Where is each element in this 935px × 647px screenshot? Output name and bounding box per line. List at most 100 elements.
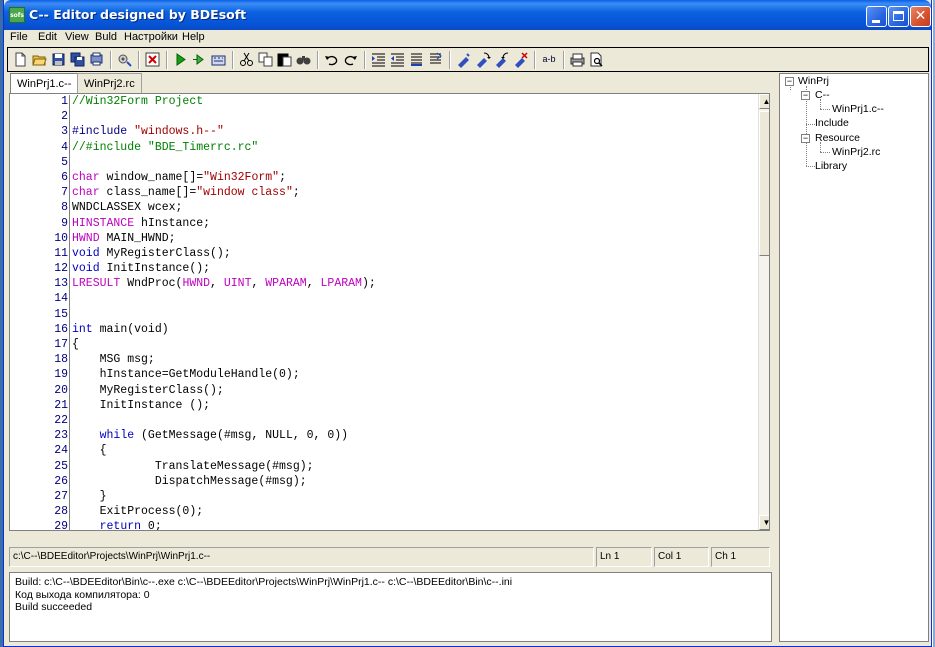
step-icon[interactable] [191,51,208,68]
next-bookmark-icon[interactable] [474,51,491,68]
code-line[interactable]: 4 //#include "BDE_Timerrc.rc" [10,140,750,156]
collapse-icon[interactable]: − [801,91,810,100]
find-icon[interactable] [295,51,312,68]
code-line[interactable]: 5 [10,155,750,171]
code-line[interactable]: 21 InitInstance (); [10,398,750,414]
code-token: #include [72,125,135,139]
code-line[interactable]: 10 HWND MAIN_HWND; [10,231,750,247]
code-token: "Win32Form" [203,170,280,184]
tree-node-library[interactable]: Library [815,160,847,172]
scroll-down-button[interactable]: ▼ [759,515,769,530]
tab-winprj1-c[interactable]: WinPrj1.c-- [10,73,79,94]
open-folder-icon[interactable] [31,51,48,68]
stop-icon[interactable] [144,51,161,68]
code-line[interactable]: 19 hInstance=GetModuleHandle(0); [10,368,750,384]
paste-icon[interactable] [276,51,293,68]
build-output-panel[interactable]: Build: c:\C--\BDEEditor\Bin\c--.exe c:\C… [9,572,772,642]
code-line[interactable]: 23 while (GetMessage(#msg, NULL, 0, 0)) [10,429,750,445]
uncomment-icon[interactable] [427,51,444,68]
vertical-scrollbar[interactable]: ▲ ▼ [758,94,769,530]
scroll-up-button[interactable]: ▲ [759,94,769,109]
code-token: ; [279,170,286,184]
code-lines[interactable]: 1 //Win32Form Project 2 3 #include "windows.… [10,95,750,530]
project-tree[interactable]: − WinPrj − C-- WinPrj1.c-- Include − Res… [779,73,929,642]
code-line[interactable]: 12 void InitInstance(); [10,262,750,278]
copy-icon[interactable] [257,51,274,68]
print-setup-icon[interactable] [88,51,105,68]
tree-node-resource[interactable]: Resource [815,132,860,144]
code-line[interactable]: 1 //Win32Form Project [10,95,750,111]
code-editor[interactable]: 1 //Win32Form Project 2 3 #include "windows.… [9,93,770,531]
bookmark-icon[interactable] [455,51,472,68]
code-line[interactable]: 17 { [10,338,750,354]
toolbar-separator [317,51,319,69]
undo-icon[interactable] [323,51,340,68]
toolbar-separator [166,51,168,69]
code-line[interactable]: 27 } [10,489,750,506]
code-line[interactable]: 25 TranslateMessage(#msg); [10,459,750,475]
tree-node-c[interactable]: C-- [815,89,830,101]
menu-build[interactable]: Buld [95,31,117,43]
code-text: hInstance=GetModuleHandle(0); [72,368,300,381]
settings-icon[interactable] [116,51,133,68]
line-number: 5 [61,155,68,169]
code-line[interactable]: 16 int main(void) [10,322,750,338]
comment-icon[interactable] [408,51,425,68]
run-icon[interactable] [172,51,189,68]
code-text: char window_name[]="Win32Form"; [72,171,286,184]
code-line[interactable]: 26 DispatchMessage(#msg); [10,474,750,490]
scroll-thumb[interactable] [759,111,769,256]
minimize-button[interactable] [866,6,887,27]
save-icon[interactable] [50,51,67,68]
title-bar[interactable]: sofs C-- Editor designed by BDEsoft ✕ [4,0,931,30]
menu-view[interactable]: View [65,31,89,43]
close-button[interactable]: ✕ [910,6,931,27]
code-line[interactable]: 7 char class_name[]="window class"; [10,186,750,202]
code-line[interactable]: 9 HINSTANCE hInstance; [10,216,750,232]
collapse-icon[interactable]: − [801,134,810,143]
indent-icon[interactable] [370,51,387,68]
tab-winprj2-rc[interactable]: WinPrj2.rc [77,73,142,93]
code-line[interactable]: 6 char window_name[]="Win32Form"; [10,170,750,187]
collapse-icon[interactable]: − [785,77,794,86]
outdent-icon[interactable] [389,51,406,68]
code-line[interactable]: 15 [10,307,750,323]
menu-edit[interactable]: Edit [38,31,57,43]
toolbar-separator [449,51,451,69]
code-line[interactable]: 20 MyRegisterClass(); [10,383,750,399]
tree-node-include[interactable]: Include [815,117,849,129]
code-token: int [72,322,93,336]
app-icon[interactable]: sofs [9,7,25,23]
print-preview-icon[interactable] [588,51,605,68]
code-line[interactable]: 11 void MyRegisterClass(); [10,246,750,263]
prev-bookmark-icon[interactable] [493,51,510,68]
save-all-icon[interactable] [69,51,86,68]
tree-node-winprj[interactable]: WinPrj [798,75,829,87]
replace-icon[interactable]: a-b [539,51,559,68]
build-all-icon[interactable] [210,51,227,68]
clear-bookmarks-icon[interactable] [512,51,529,68]
tree-node-winprj1-c[interactable]: WinPrj1.c-- [832,103,884,115]
menu-file[interactable]: File [10,31,28,43]
line-number-separator [69,277,70,293]
cut-icon[interactable] [238,51,255,68]
tree-node-winprj2-rc[interactable]: WinPrj2.rc [832,146,880,158]
code-line[interactable]: 18 MSG msg; [10,353,750,369]
menu-help[interactable]: Help [182,31,205,43]
code-text: { [72,338,79,351]
print-icon[interactable] [569,51,586,68]
code-token: WPARAM [265,277,307,291]
code-line[interactable]: 14 [10,292,750,308]
redo-icon[interactable] [342,51,359,68]
code-line[interactable]: 24 { [10,444,750,460]
code-line[interactable]: 28 ExitProcess(0); [10,505,750,521]
maximize-button[interactable] [888,6,909,27]
code-line[interactable]: 3 #include "windows.h--" [10,125,750,141]
menu-settings[interactable]: Настройки [124,31,178,43]
code-line[interactable]: 22 [10,413,750,430]
code-line[interactable]: 29 return 0; [10,520,750,530]
code-line[interactable]: 13 LRESULT WndProc(HWND, UINT, WPARAM, LP… [10,277,750,293]
new-file-icon[interactable] [12,51,29,68]
code-line[interactable]: 2 [10,110,750,126]
code-line[interactable]: 8 WNDCLASSEX wcex; [10,201,750,217]
